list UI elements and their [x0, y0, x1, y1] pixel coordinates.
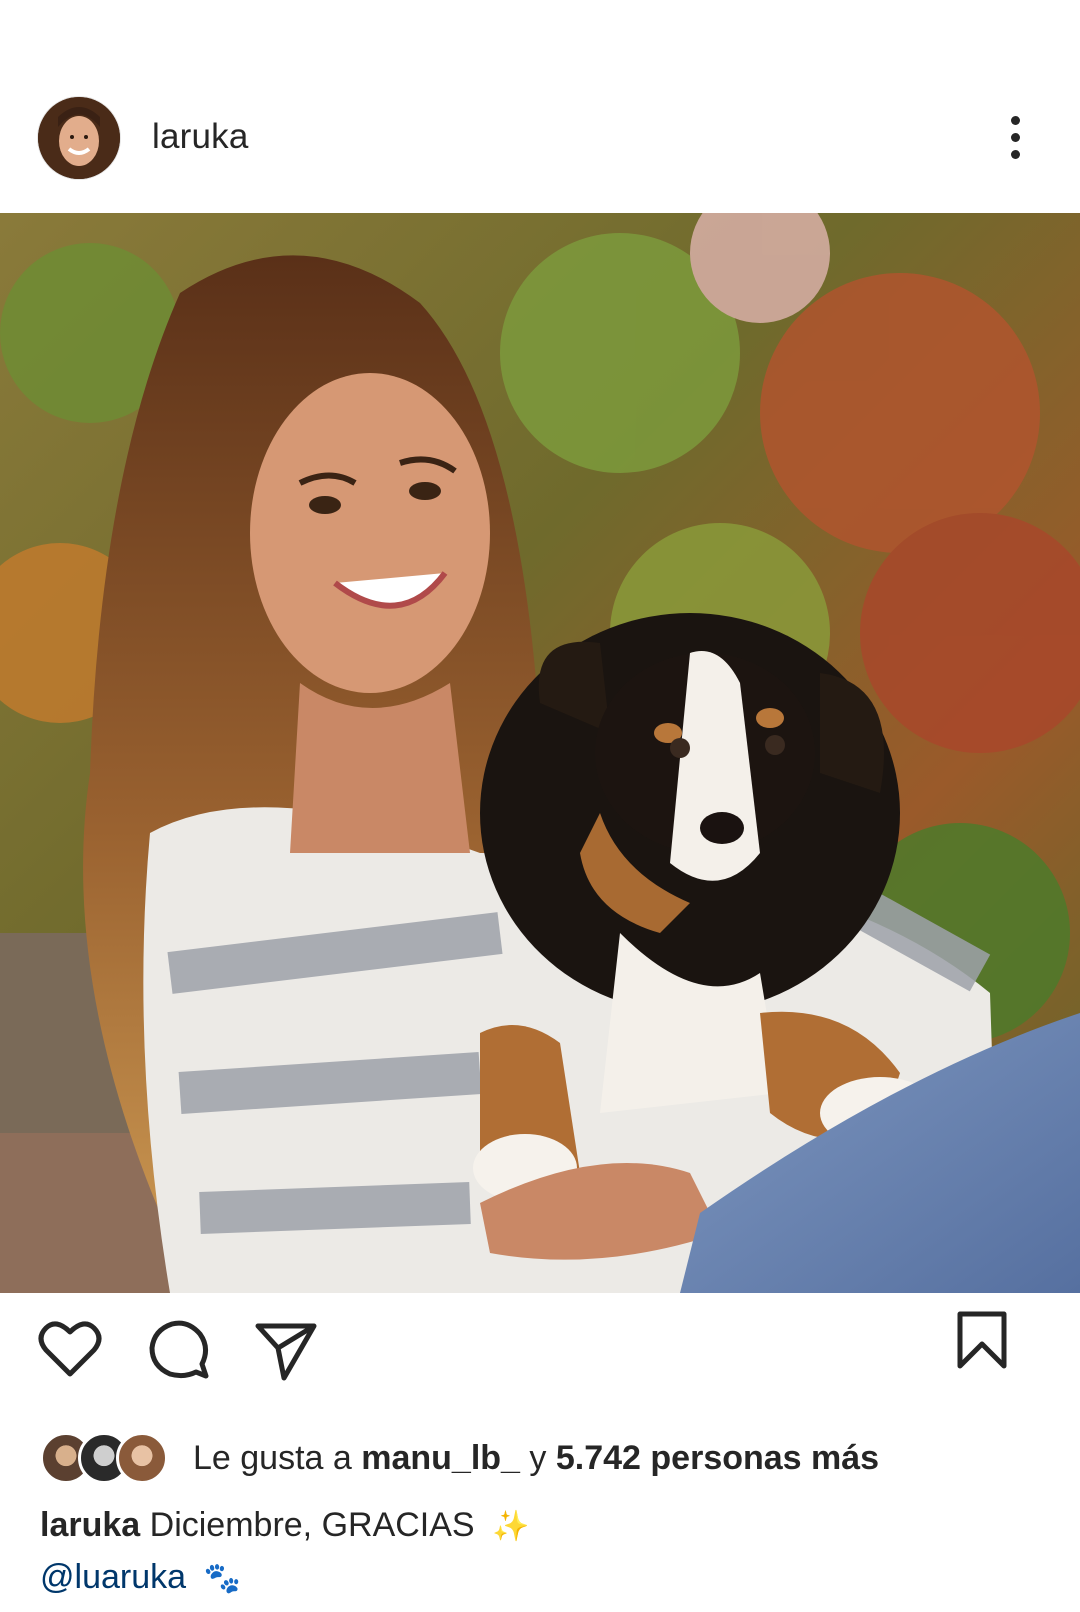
liker-username[interactable]: manu_lb_: [361, 1439, 520, 1477]
post-photo[interactable]: [0, 213, 1080, 1293]
caption-mention-line: @luaruka 🐾: [40, 1558, 241, 1597]
likes-prefix: Le gusta a: [193, 1439, 352, 1477]
comment-icon[interactable]: [148, 1320, 210, 1387]
bookmark-icon[interactable]: [956, 1310, 1008, 1377]
likes-summary[interactable]: Le gusta a manu_lb_ y 5.742 personas más: [40, 1432, 1050, 1486]
post-header: laruka: [0, 95, 1080, 185]
send-icon[interactable]: [254, 1320, 318, 1387]
post-username[interactable]: laruka: [152, 117, 249, 157]
caption-username[interactable]: laruka: [40, 1506, 140, 1544]
sparkles-icon: ✨: [492, 1510, 530, 1543]
caption: laruka Diciembre, GRACIAS ✨: [40, 1506, 529, 1545]
likes-connector: y: [529, 1439, 547, 1477]
paw-prints-icon: 🐾: [203, 1562, 241, 1595]
likes-count[interactable]: 5.742 personas más: [556, 1439, 879, 1477]
mention-link[interactable]: @luaruka: [40, 1558, 186, 1596]
liker-avatar: [116, 1432, 168, 1484]
more-options-icon[interactable]: [1000, 107, 1030, 167]
action-bar: [0, 1311, 1080, 1400]
likes-text: Le gusta a manu_lb_ y 5.742 personas más: [193, 1439, 879, 1478]
caption-text: Diciembre, GRACIAS: [149, 1506, 475, 1544]
profile-avatar[interactable]: [38, 97, 120, 179]
heart-icon[interactable]: [38, 1320, 102, 1385]
